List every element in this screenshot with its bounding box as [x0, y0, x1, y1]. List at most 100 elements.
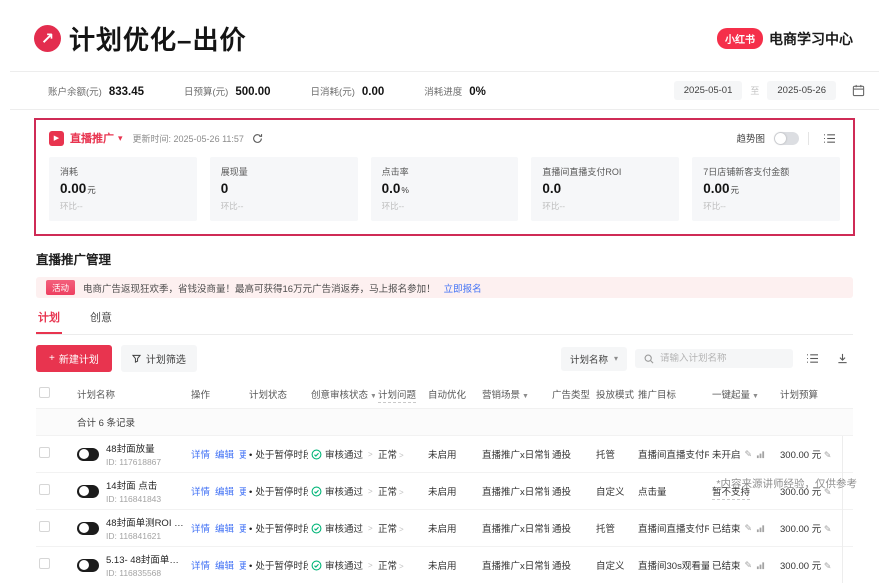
edit-link[interactable]: 编辑 [215, 487, 234, 498]
metric-card-ctr[interactable]: 点击率 0.0% 环比-- [371, 157, 519, 221]
plan-name: 48封面单测ROI 基础+家居 [106, 515, 188, 529]
table-row: 48封面单测ROI 基础+家居 ID: 116841621 详情编辑更多 •处于… [36, 510, 853, 547]
plan-status: 处于暂停时段 [255, 487, 308, 498]
chevron-right-icon[interactable]: > [368, 561, 373, 570]
detail-link[interactable]: 详情 [191, 487, 210, 498]
stat-value: 833.45 [109, 86, 144, 98]
download-icon[interactable] [831, 349, 853, 369]
metric-value: 0.0 [542, 181, 561, 196]
daily-budget: 日预算(元) 500.00 [184, 84, 271, 98]
plan-name: 14封面 点击 [106, 478, 161, 492]
row-checkbox[interactable] [39, 521, 50, 532]
chevron-right-icon[interactable]: > [399, 562, 404, 571]
refresh-icon[interactable] [252, 133, 263, 144]
metric-card-impressions[interactable]: 展现量 0 环比-- [210, 157, 358, 221]
boost-status: 未开启 [712, 447, 741, 461]
detail-link[interactable]: 详情 [191, 561, 210, 572]
trend-chart-toggle[interactable] [774, 132, 799, 145]
metric-list-icon[interactable] [818, 128, 840, 148]
plan-filter-button[interactable]: 计划筛选 [121, 345, 197, 372]
more-link[interactable]: 更多 [239, 561, 246, 572]
metric-value: 0 [221, 181, 229, 196]
metric-value: 0.0 [382, 181, 401, 196]
signup-link[interactable]: 立即报名 [444, 281, 482, 295]
chevron-right-icon[interactable]: > [368, 487, 373, 496]
chevron-right-icon[interactable]: > [368, 524, 373, 533]
bar-chart-icon[interactable] [756, 450, 765, 459]
plan-issue: 正常 [378, 561, 397, 572]
stat-label: 账户余额(元) [48, 84, 102, 98]
plan-budget: 300.00 元 [780, 561, 821, 572]
metric-label: 展现量 [221, 165, 347, 178]
metric-card-roi[interactable]: 直播间直播支付ROI 0.0 环比-- [531, 157, 679, 221]
metric-card-spend[interactable]: 消耗 0.00元 环比-- [49, 157, 197, 221]
date-range-picker[interactable]: 2025-05-01 至 2025-05-26 [674, 81, 865, 100]
edit-link[interactable]: 编辑 [215, 450, 234, 461]
promo-target: 点击量 [635, 473, 709, 510]
metric-card-new-customer-pay[interactable]: 7日店铺新客支付金额 0.00元 环比-- [692, 157, 840, 221]
brand-badge: 小红书 [717, 28, 763, 49]
daily-spend: 日消耗(元) 0.00 [311, 84, 385, 98]
plan-search[interactable] [635, 349, 793, 368]
table-toolbar: + 新建计划 计划筛选 计划名称 ▾ [36, 345, 853, 372]
summary-row: 合计 6 条记录 [36, 409, 853, 436]
calendar-icon[interactable] [852, 84, 865, 97]
chevron-down-icon[interactable]: ▾ [118, 133, 123, 144]
bar-chart-icon[interactable] [756, 524, 765, 533]
edit-link[interactable]: 编辑 [215, 561, 234, 572]
ad-type: 通投 [549, 473, 593, 510]
edit-pencil-icon[interactable]: ✎ [745, 523, 753, 534]
edit-pencil-icon[interactable]: ✎ [824, 561, 832, 571]
disclaimer-footnote: *内容来源讲师经验，仅供参考 [716, 476, 857, 491]
edit-pencil-icon[interactable]: ✎ [745, 560, 753, 571]
column-settings-icon[interactable] [801, 349, 823, 369]
promo-target: 直播间直播支付ROI [635, 436, 709, 473]
new-plan-button[interactable]: + 新建计划 [36, 345, 112, 372]
section-title: 直播推广管理 [36, 249, 853, 268]
select-all-checkbox[interactable] [39, 387, 50, 398]
bar-chart-icon[interactable] [756, 561, 765, 570]
more-link[interactable]: 更多 [239, 524, 246, 535]
chevron-right-icon[interactable]: > [399, 451, 404, 460]
tab-creative[interactable]: 创意 [88, 309, 114, 334]
stat-value: 500.00 [235, 86, 270, 98]
updated-time: 更新时间: 2025-05-26 11:57 [133, 132, 244, 145]
metric-unit: 元 [87, 185, 96, 195]
chevron-right-icon[interactable]: > [399, 488, 404, 497]
plan-enable-toggle[interactable] [77, 485, 99, 498]
search-field-select[interactable]: 计划名称 ▾ [561, 347, 627, 371]
live-promotion-overview-panel: ▶ 直播推广 ▾ 更新时间: 2025-05-26 11:57 趋势图 消耗 [34, 118, 855, 236]
chevron-right-icon[interactable]: > [399, 525, 404, 534]
filter-caret-icon[interactable]: ▼ [752, 393, 759, 400]
plan-enable-toggle[interactable] [77, 522, 99, 535]
search-input[interactable] [660, 353, 770, 364]
spend-progress: 消耗进度 0% [424, 84, 486, 98]
end-date[interactable]: 2025-05-26 [767, 81, 836, 100]
promo-target: 直播间直播支付ROI [635, 510, 709, 547]
edit-link[interactable]: 编辑 [215, 524, 234, 535]
audit-status: 审核通过 [325, 484, 363, 498]
filter-caret-icon[interactable]: ▼ [370, 393, 375, 400]
more-link[interactable]: 更多 [239, 450, 246, 461]
chevron-right-icon[interactable]: > [368, 450, 373, 459]
plan-id: ID: 116835568 [106, 568, 188, 578]
search-icon [644, 354, 654, 364]
stat-value: 0.00 [362, 86, 384, 98]
row-checkbox[interactable] [39, 447, 50, 458]
start-date[interactable]: 2025-05-01 [674, 81, 743, 100]
more-link[interactable]: 更多 [239, 487, 246, 498]
plan-enable-toggle[interactable] [77, 559, 99, 572]
plan-enable-toggle[interactable] [77, 448, 99, 461]
row-checkbox[interactable] [39, 558, 50, 569]
filter-caret-icon[interactable]: ▼ [522, 393, 529, 400]
edit-pencil-icon[interactable]: ✎ [745, 449, 753, 460]
tab-plan[interactable]: 计划 [36, 309, 62, 334]
plan-budget: 300.00 元 [780, 450, 821, 461]
detail-link[interactable]: 详情 [191, 450, 210, 461]
channel-dropdown-label[interactable]: 直播推广 [70, 130, 114, 146]
row-checkbox[interactable] [39, 484, 50, 495]
detail-link[interactable]: 详情 [191, 524, 210, 535]
edit-pencil-icon[interactable]: ✎ [824, 450, 832, 460]
plan-id: ID: 116841621 [106, 531, 188, 541]
edit-pencil-icon[interactable]: ✎ [824, 524, 832, 534]
